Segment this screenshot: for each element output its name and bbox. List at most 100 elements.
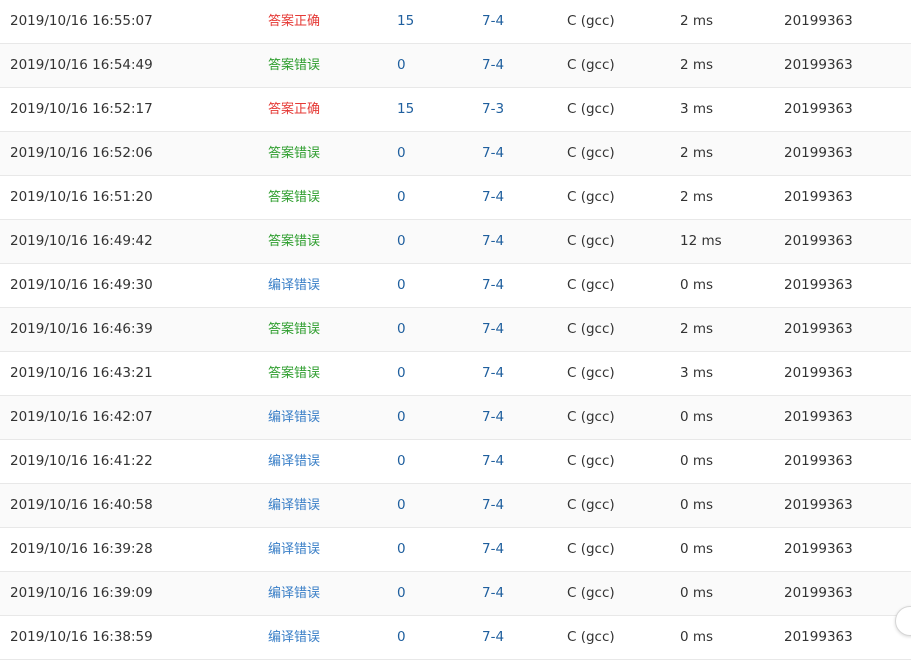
submit-time: 2019/10/16 16:52:17 [10, 101, 153, 117]
submit-time: 2019/10/16 16:51:20 [10, 189, 153, 205]
status-link[interactable]: 编译错误 [268, 484, 320, 527]
language-label: C (gcc) [567, 629, 615, 645]
submit-time: 2019/10/16 16:49:42 [10, 233, 153, 249]
problem-link[interactable]: 7-4 [482, 352, 504, 395]
score-value[interactable]: 0 [397, 572, 406, 615]
problem-link[interactable]: 7-4 [482, 440, 504, 483]
score-value[interactable]: 0 [397, 396, 406, 439]
table-row: 2019/10/16 16:39:28 编译错误 0 7-4 C (gcc) 0 ms 20… [0, 528, 911, 572]
table-row: 2019/10/16 16:41:22 编译错误 0 7-4 C (gcc) 0 ms 20… [0, 440, 911, 484]
problem-link[interactable]: 7-4 [482, 308, 504, 351]
problem-link[interactable]: 7-4 [482, 220, 504, 263]
problem-link[interactable]: 7-4 [482, 616, 504, 659]
table-row: 2019/10/16 16:43:21 答案错误 0 7-4 C (gcc) 3 ms 20… [0, 352, 911, 396]
score-value[interactable]: 0 [397, 220, 406, 263]
submit-time: 2019/10/16 16:40:58 [10, 497, 153, 513]
runtime-value: 0 ms [680, 409, 714, 425]
submit-time: 2019/10/16 16:39:09 [10, 585, 153, 601]
score-value[interactable]: 0 [397, 308, 406, 351]
user-id: 20199363 [784, 101, 853, 117]
status-link[interactable]: 编译错误 [268, 572, 320, 615]
score-value[interactable]: 0 [397, 132, 406, 175]
language-label: C (gcc) [567, 409, 615, 425]
user-id: 20199363 [784, 365, 853, 381]
language-label: C (gcc) [567, 145, 615, 161]
status-link[interactable]: 答案错误 [268, 132, 320, 175]
problem-link[interactable]: 7-4 [482, 396, 504, 439]
table-row: 2019/10/16 16:51:20 答案错误 0 7-4 C (gcc) 2 ms 20… [0, 176, 911, 220]
problem-link[interactable]: 7-4 [482, 0, 504, 43]
problem-link[interactable]: 7-4 [482, 176, 504, 219]
submit-time: 2019/10/16 16:41:22 [10, 453, 153, 469]
table-row: 2019/10/16 16:52:06 答案错误 0 7-4 C (gcc) 2 ms 20… [0, 132, 911, 176]
status-link[interactable]: 答案正确 [268, 88, 320, 131]
score-value[interactable]: 0 [397, 352, 406, 395]
language-label: C (gcc) [567, 497, 615, 513]
runtime-value: 0 ms [680, 497, 714, 513]
score-value[interactable]: 0 [397, 616, 406, 659]
score-value[interactable]: 0 [397, 264, 406, 307]
submit-time: 2019/10/16 16:55:07 [10, 13, 153, 29]
user-id: 20199363 [784, 13, 853, 29]
score-value[interactable]: 15 [397, 0, 414, 43]
language-label: C (gcc) [567, 189, 615, 205]
runtime-value: 0 ms [680, 585, 714, 601]
score-value[interactable]: 0 [397, 484, 406, 527]
table-row: 2019/10/16 16:39:09 编译错误 0 7-4 C (gcc) 0 ms 20… [0, 572, 911, 616]
runtime-value: 2 ms [680, 13, 714, 29]
score-value[interactable]: 0 [397, 44, 406, 87]
status-link[interactable]: 答案错误 [268, 176, 320, 219]
status-link[interactable]: 答案正确 [268, 0, 320, 43]
language-label: C (gcc) [567, 321, 615, 337]
runtime-value: 2 ms [680, 57, 714, 73]
status-link[interactable]: 编译错误 [268, 396, 320, 439]
runtime-value: 2 ms [680, 189, 714, 205]
status-link[interactable]: 答案错误 [268, 44, 320, 87]
table-row: 2019/10/16 16:54:49 答案错误 0 7-4 C (gcc) 2 ms 20… [0, 44, 911, 88]
table-row: 2019/10/16 16:46:39 答案错误 0 7-4 C (gcc) 2 ms 20… [0, 308, 911, 352]
user-id: 20199363 [784, 145, 853, 161]
table-row: 2019/10/16 16:49:42 答案错误 0 7-4 C (gcc) 12 ms 2… [0, 220, 911, 264]
problem-link[interactable]: 7-4 [482, 44, 504, 87]
submit-time: 2019/10/16 16:54:49 [10, 57, 153, 73]
runtime-value: 12 ms [680, 233, 722, 249]
status-link[interactable]: 编译错误 [268, 528, 320, 571]
table-row: 2019/10/16 16:49:30 编译错误 0 7-4 C (gcc) 0 ms 20… [0, 264, 911, 308]
score-value[interactable]: 15 [397, 88, 414, 131]
problem-link[interactable]: 7-4 [482, 484, 504, 527]
runtime-value: 2 ms [680, 321, 714, 337]
language-label: C (gcc) [567, 277, 615, 293]
status-link[interactable]: 答案错误 [268, 308, 320, 351]
language-label: C (gcc) [567, 453, 615, 469]
table-row: 2019/10/16 16:38:59 编译错误 0 7-4 C (gcc) 0 ms 20… [0, 616, 911, 660]
status-link[interactable]: 答案错误 [268, 352, 320, 395]
problem-link[interactable]: 7-4 [482, 132, 504, 175]
status-link[interactable]: 答案错误 [268, 220, 320, 263]
status-link[interactable]: 编译错误 [268, 440, 320, 483]
submit-time: 2019/10/16 16:49:30 [10, 277, 153, 293]
runtime-value: 3 ms [680, 101, 714, 117]
problem-link[interactable]: 7-4 [482, 572, 504, 615]
submit-time: 2019/10/16 16:52:06 [10, 145, 153, 161]
score-value[interactable]: 0 [397, 176, 406, 219]
user-id: 20199363 [784, 57, 853, 73]
user-id: 20199363 [784, 453, 853, 469]
status-link[interactable]: 编译错误 [268, 264, 320, 307]
submit-time: 2019/10/16 16:43:21 [10, 365, 153, 381]
table-row: 2019/10/16 16:40:58 编译错误 0 7-4 C (gcc) 0 ms 20… [0, 484, 911, 528]
user-id: 20199363 [784, 189, 853, 205]
problem-link[interactable]: 7-3 [482, 88, 504, 131]
status-link[interactable]: 编译错误 [268, 616, 320, 659]
user-id: 20199363 [784, 585, 853, 601]
problem-link[interactable]: 7-4 [482, 264, 504, 307]
user-id: 20199363 [784, 497, 853, 513]
runtime-value: 0 ms [680, 453, 714, 469]
user-id: 20199363 [784, 321, 853, 337]
runtime-value: 0 ms [680, 541, 714, 557]
problem-link[interactable]: 7-4 [482, 528, 504, 571]
language-label: C (gcc) [567, 233, 615, 249]
user-id: 20199363 [784, 629, 853, 645]
score-value[interactable]: 0 [397, 440, 406, 483]
language-label: C (gcc) [567, 13, 615, 29]
score-value[interactable]: 0 [397, 528, 406, 571]
